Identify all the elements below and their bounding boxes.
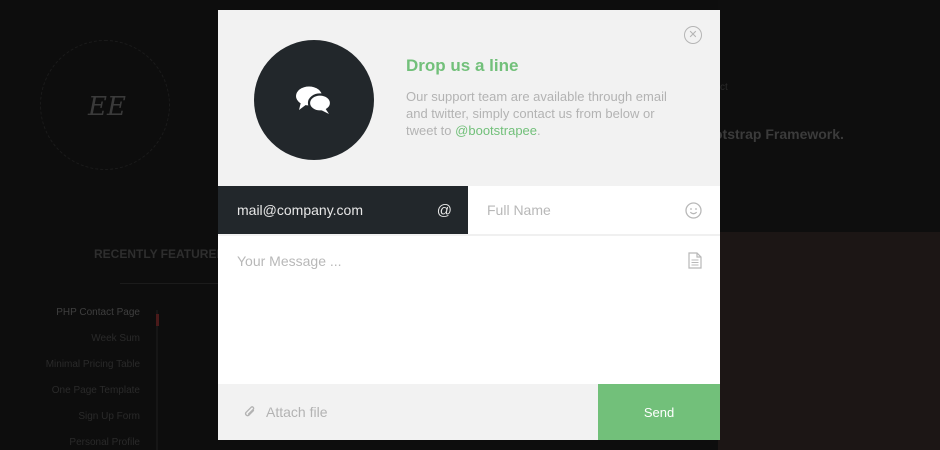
smiley-icon xyxy=(685,201,702,219)
close-icon[interactable]: ✕ xyxy=(684,26,702,44)
send-button[interactable]: Send xyxy=(598,384,720,440)
featured-rule xyxy=(120,283,218,284)
document-icon xyxy=(688,252,702,269)
email-field[interactable]: mail@company.com @ xyxy=(218,186,468,234)
full-name-field[interactable]: Full Name xyxy=(468,186,720,234)
menu-active-marker xyxy=(156,314,159,326)
at-icon: @ xyxy=(436,201,452,219)
menu-item: PHP Contact Page xyxy=(56,307,140,318)
attach-file-button[interactable]: Attach file xyxy=(218,384,598,440)
right-header-area xyxy=(718,0,940,232)
contact-modal: ✕ Drop us a line Our support team are av… xyxy=(218,10,720,440)
featured-menu: PHP Contact Page Week Sum Minimal Pricin… xyxy=(0,300,140,450)
menu-item: Personal Profile xyxy=(69,437,140,448)
menu-item: One Page Template xyxy=(51,385,140,396)
avatar xyxy=(254,40,374,160)
menu-divider xyxy=(156,310,158,450)
message-placeholder: Your Message ... xyxy=(237,253,342,269)
twitter-link[interactable]: @bootstrapee xyxy=(455,123,537,138)
menu-item: Minimal Pricing Table xyxy=(45,359,140,370)
modal-description: Our support team are available through e… xyxy=(406,88,676,139)
right-panel xyxy=(718,232,940,450)
paperclip-icon xyxy=(244,406,255,417)
logo: EE xyxy=(88,92,126,122)
modal-heading: Drop us a line xyxy=(406,56,519,75)
chat-bubbles-icon xyxy=(296,86,333,114)
right-small-text: ct xyxy=(720,82,728,93)
email-value: mail@company.com xyxy=(237,202,363,218)
full-name-placeholder: Full Name xyxy=(487,202,551,218)
message-textarea[interactable]: Your Message ... xyxy=(218,236,720,384)
menu-item: Sign Up Form xyxy=(78,411,140,422)
attach-file-label: Attach file xyxy=(266,404,328,420)
description-end: . xyxy=(537,123,541,138)
featured-title: RECENTLY FEATURED xyxy=(94,247,226,261)
menu-item: Week Sum xyxy=(91,333,140,344)
right-headline: otstrap Framework. xyxy=(714,126,844,142)
